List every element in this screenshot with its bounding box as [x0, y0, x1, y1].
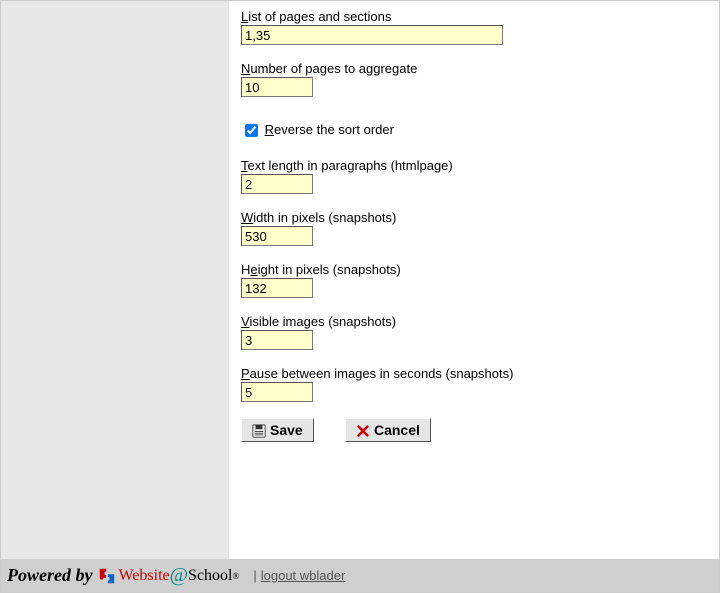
label-text-len: Text length in paragraphs (htmlpage) — [241, 158, 715, 173]
field-width-px: Width in pixels (snapshots) — [241, 210, 715, 246]
input-visible-img[interactable] — [241, 330, 313, 350]
was-logo[interactable]: Website@School® — [98, 564, 239, 587]
label-width-px: Width in pixels (snapshots) — [241, 210, 715, 225]
cancel-button[interactable]: Cancel — [345, 418, 431, 442]
field-visible-img: Visible images (snapshots) — [241, 314, 715, 350]
field-text-len: Text length in paragraphs (htmlpage) — [241, 158, 715, 194]
save-button[interactable]: Save — [241, 418, 314, 442]
field-num-pages: Number of pages to aggregate — [241, 61, 715, 97]
field-pages-sections: List of pages and sections — [241, 9, 715, 45]
form-content: List of pages and sections Number of pag… — [241, 1, 715, 442]
input-num-pages[interactable] — [241, 77, 313, 97]
input-width-px[interactable] — [241, 226, 313, 246]
input-text-len[interactable] — [241, 174, 313, 194]
footer: Powered by Website@School® | logout wbla… — [1, 559, 719, 592]
label-pause: Pause between images in seconds (snapsho… — [241, 366, 715, 381]
field-height-px: Height in pixels (snapshots) — [241, 262, 715, 298]
label-num-pages: Number of pages to aggregate — [241, 61, 715, 76]
puzzle-icon — [98, 567, 116, 585]
input-pause[interactable] — [241, 382, 313, 402]
footer-separator: | — [253, 568, 256, 583]
label-visible-img: Visible images (snapshots) — [241, 314, 715, 329]
logout-link[interactable]: logout wblader — [261, 568, 346, 583]
cancel-label: Cancel — [374, 422, 420, 438]
disk-icon — [252, 424, 266, 438]
checkbox-reverse[interactable] — [245, 124, 258, 137]
powered-by-text: Powered by — [7, 565, 92, 586]
input-pages-sections[interactable] — [241, 25, 503, 45]
label-reverse[interactable]: Reverse the sort order — [265, 122, 394, 137]
field-pause: Pause between images in seconds (snapsho… — [241, 366, 715, 402]
input-height-px[interactable] — [241, 278, 313, 298]
label-pages-sections: List of pages and sections — [241, 9, 715, 24]
field-reverse: Reverse the sort order — [241, 121, 715, 140]
save-label: Save — [270, 422, 303, 438]
sidebar — [1, 1, 229, 561]
button-row: Save Cancel — [241, 418, 715, 442]
cancel-icon — [356, 424, 370, 438]
label-height-px: Height in pixels (snapshots) — [241, 262, 715, 277]
